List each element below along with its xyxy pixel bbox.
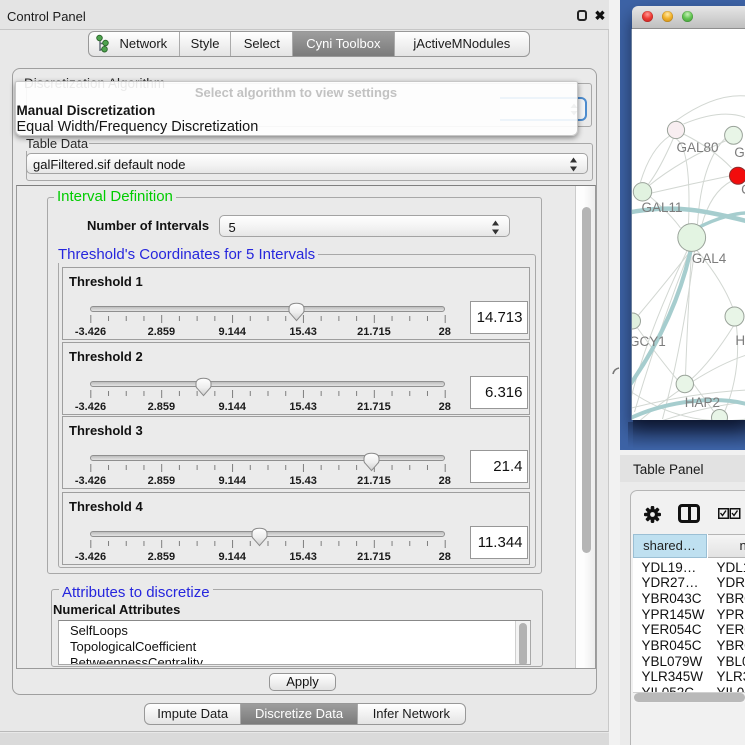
svg-text:GAL80: GAL80 <box>676 140 718 155</box>
svg-text:GA: GA <box>734 145 745 160</box>
svg-text:GAL11: GAL11 <box>641 200 682 215</box>
svg-text:HAP2: HAP2 <box>684 395 719 410</box>
svg-text:GCY1: GCY1 <box>632 334 666 349</box>
svg-text:H: H <box>735 333 745 348</box>
svg-text:GAL4: GAL4 <box>691 251 726 266</box>
svg-text:C: C <box>741 182 745 197</box>
